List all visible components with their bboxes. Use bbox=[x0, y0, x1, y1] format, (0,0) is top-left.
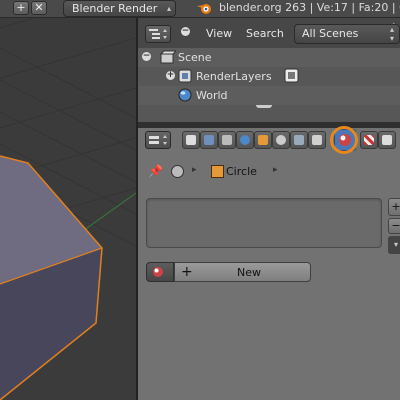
top-header: + ✕ Blender Render ▴▾ blender.org 263 | … bbox=[0, 0, 400, 28]
outliner-row-renderlayers[interactable]: + RenderLayers bbox=[138, 67, 400, 86]
add-screen-button[interactable]: + bbox=[13, 1, 29, 15]
tab-render-layers[interactable] bbox=[200, 131, 218, 149]
tab-object[interactable] bbox=[254, 131, 272, 149]
render-engine-dropdown[interactable]: Blender Render ▴▾ bbox=[63, 0, 176, 28]
plus-icon: + bbox=[16, 1, 26, 14]
collapse-toggle-icon[interactable]: − bbox=[142, 52, 151, 61]
outliner-row-world[interactable]: World bbox=[138, 86, 400, 105]
highlight-ring bbox=[330, 126, 358, 154]
outliner-row-partial[interactable] bbox=[138, 105, 400, 122]
outliner-item-label: RenderLayers bbox=[196, 70, 272, 83]
display-mode-value: All Scenes bbox=[302, 27, 359, 40]
partial-icon bbox=[256, 105, 272, 108]
breadcrumb-separator-icon: ▸ bbox=[192, 165, 197, 175]
plus-icon: + bbox=[391, 200, 400, 213]
world-icon bbox=[178, 88, 192, 102]
render-engine-value: Blender Render bbox=[72, 2, 158, 15]
mesh-data-icon bbox=[312, 135, 322, 145]
material-icon bbox=[153, 267, 163, 277]
breadcrumb-separator-icon: ▸ bbox=[273, 165, 278, 175]
scene-stats: blender.org 263 | Ve:17 | Fa:20 | Ob bbox=[219, 1, 400, 14]
delete-screen-button[interactable]: ✕ bbox=[31, 1, 47, 15]
context-tabs bbox=[138, 126, 400, 154]
outliner-item-label: World bbox=[196, 89, 228, 102]
render-layers-icon bbox=[178, 69, 192, 83]
render-layer-restrict-icon[interactable] bbox=[284, 68, 300, 84]
remove-slot-button[interactable]: − bbox=[388, 218, 400, 234]
minus-icon: − bbox=[391, 219, 400, 232]
outliner-header: + − View Search All Scenes ▴▾ bbox=[138, 18, 400, 48]
particles-icon bbox=[382, 135, 392, 145]
outliner-panel: + − View Search All Scenes ▴▾ − Scene + … bbox=[138, 18, 400, 122]
tab-world[interactable] bbox=[236, 131, 254, 149]
pin-icon[interactable]: 📌 bbox=[148, 164, 163, 178]
x-icon: ✕ bbox=[34, 1, 44, 14]
tab-scene[interactable] bbox=[218, 131, 236, 149]
add-slot-button[interactable]: + bbox=[388, 198, 400, 216]
selected-cube[interactable] bbox=[0, 155, 103, 400]
render-layers-icon bbox=[204, 135, 214, 145]
object-cube-icon bbox=[211, 165, 224, 178]
tab-constraints[interactable] bbox=[272, 131, 290, 149]
editor-type-selector[interactable] bbox=[145, 25, 171, 43]
new-button-label: New bbox=[237, 266, 261, 279]
plus-icon: + bbox=[181, 264, 193, 280]
browse-material-button[interactable] bbox=[146, 262, 174, 282]
outliner-editor-icon bbox=[149, 29, 167, 39]
texture-icon bbox=[364, 135, 374, 145]
outliner-item-label: Scene bbox=[178, 51, 212, 64]
updown-arrows-icon: ▴▾ bbox=[389, 25, 394, 43]
properties-panel: 📌 ▸ Circle ▸ + − ▾ + New bbox=[138, 126, 400, 400]
outliner-row-scene[interactable]: − Scene bbox=[138, 48, 400, 67]
constraint-icon bbox=[276, 135, 286, 145]
3d-viewport[interactable] bbox=[0, 18, 136, 400]
blender-logo-icon bbox=[197, 4, 211, 14]
search-menu[interactable]: Search bbox=[246, 27, 284, 40]
scene-icon bbox=[222, 135, 232, 145]
new-material-button[interactable]: + New bbox=[174, 262, 311, 282]
tab-render[interactable] bbox=[182, 131, 200, 149]
tab-particles[interactable] bbox=[378, 131, 396, 149]
editor-type-selector[interactable] bbox=[145, 131, 171, 149]
tab-texture[interactable] bbox=[360, 131, 378, 149]
tab-object-data[interactable] bbox=[308, 131, 326, 149]
viewport-canvas bbox=[0, 18, 136, 400]
display-mode-dropdown[interactable]: All Scenes ▴ ▾ bbox=[294, 24, 400, 44]
camera-icon bbox=[186, 135, 196, 145]
tab-modifiers[interactable] bbox=[290, 131, 308, 149]
object-cube-icon bbox=[258, 135, 268, 145]
expand-toggle-icon[interactable]: + bbox=[166, 71, 175, 80]
collapse-menus-icon[interactable]: − bbox=[181, 27, 190, 36]
scene-icon bbox=[171, 165, 184, 178]
breadcrumb: 📌 ▸ Circle ▸ bbox=[144, 162, 400, 182]
scene-icon bbox=[160, 50, 176, 64]
material-slots-list[interactable] bbox=[146, 198, 382, 248]
breadcrumb-object-label: Circle bbox=[226, 165, 257, 178]
properties-editor-icon bbox=[149, 135, 167, 145]
world-icon bbox=[240, 135, 250, 145]
view-menu[interactable]: View bbox=[206, 27, 232, 40]
specials-menu-icon[interactable]: ▾ bbox=[388, 236, 400, 254]
wrench-icon bbox=[294, 135, 304, 145]
